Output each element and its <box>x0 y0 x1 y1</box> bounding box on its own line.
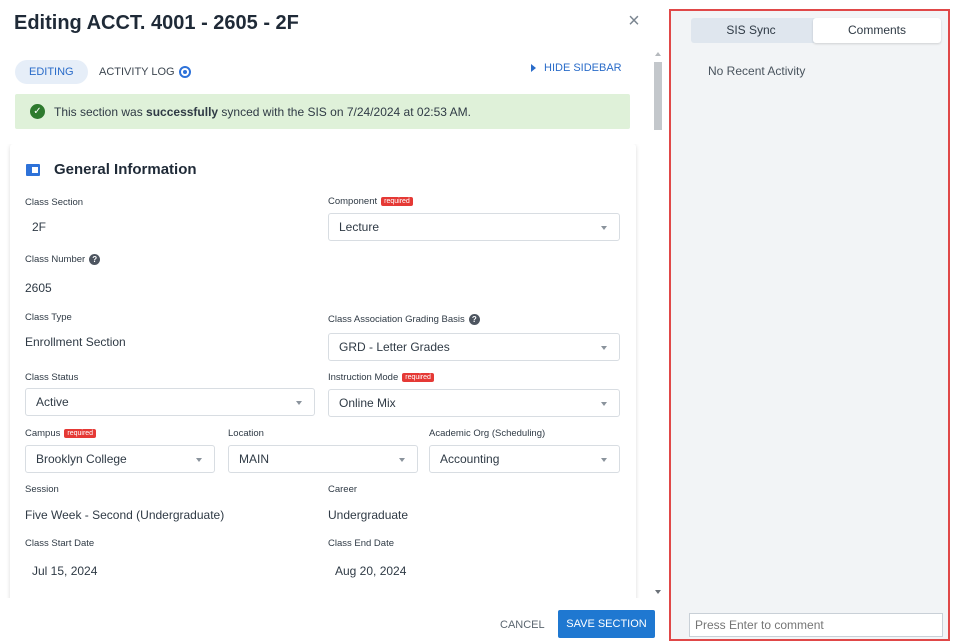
instruction-mode-label: Instruction Mode required <box>328 372 434 383</box>
instruction-mode-label-text: Instruction Mode <box>328 372 399 383</box>
start-date-label: Class Start Date <box>25 538 95 549</box>
sync-success-banner: ✓ This section was successfully synced w… <box>15 94 630 129</box>
close-icon[interactable]: × <box>624 11 644 31</box>
end-date-value[interactable]: Aug 20, 2024 <box>335 564 406 578</box>
class-number-value: 2605 <box>25 281 52 295</box>
campus-label: Campus required <box>25 428 97 439</box>
radio-dot-icon <box>178 66 191 78</box>
caret-down-icon <box>601 402 607 406</box>
class-type-label: Class Type <box>25 312 72 323</box>
start-date-value[interactable]: Jul 15, 2024 <box>32 564 97 578</box>
banner-prefix: This section was <box>54 104 147 119</box>
location-select[interactable]: MAIN <box>228 445 418 473</box>
banner-suffix: synced with the SIS on 7/24/2024 at 02:5… <box>218 104 471 119</box>
grading-basis-select-value: GRD - Letter Grades <box>339 340 450 354</box>
class-status-select[interactable]: Active <box>25 388 315 416</box>
caret-down-icon <box>601 226 607 230</box>
caret-down-icon <box>399 458 405 462</box>
required-badge: required <box>402 373 434 382</box>
form-scrollbar[interactable] <box>652 50 664 598</box>
check-circle-icon: ✓ <box>30 104 45 119</box>
location-select-value: MAIN <box>239 452 269 466</box>
grading-basis-select[interactable]: GRD - Letter Grades <box>328 333 620 361</box>
campus-select-value: Brooklyn College <box>36 452 127 466</box>
class-section-label: Class Section <box>25 197 84 208</box>
comment-input[interactable] <box>689 613 943 637</box>
session-label: Session <box>25 484 59 495</box>
hide-sidebar-label: HIDE SIDEBAR <box>544 62 622 74</box>
session-value: Five Week - Second (Undergraduate) <box>25 508 225 522</box>
class-status-label: Class Status <box>25 372 79 383</box>
component-label-text: Component <box>328 196 378 207</box>
empty-activity-text: No Recent Activity <box>708 64 806 78</box>
tab-activity-log[interactable]: ACTIVITY LOG <box>99 60 191 84</box>
save-section-button[interactable]: SAVE SECTION <box>558 610 655 638</box>
card-header: General Information <box>26 161 197 178</box>
page-title: Editing ACCT. 4001 - 2605 - 2F <box>14 12 299 34</box>
class-number-label: Class Number ? <box>25 254 101 265</box>
academic-org-label: Academic Org (Scheduling) <box>429 428 546 439</box>
component-label: Component required <box>328 196 413 207</box>
tab-comments[interactable]: Comments <box>813 18 941 43</box>
grading-basis-label: Class Association Grading Basis ? <box>328 314 480 325</box>
campus-select[interactable]: Brooklyn College <box>25 445 215 473</box>
caret-down-icon <box>601 458 607 462</box>
scrollbar-thumb[interactable] <box>654 62 662 130</box>
career-label: Career <box>328 484 358 495</box>
class-number-label-text: Class Number <box>25 254 86 265</box>
instruction-mode-select-value: Online Mix <box>339 396 396 410</box>
component-select-value: Lecture <box>339 220 380 234</box>
general-information-card: General Information Class Section 2F Com… <box>10 144 636 598</box>
caret-down-icon <box>196 458 202 462</box>
career-value: Undergraduate <box>328 508 409 522</box>
form-scroll-area[interactable]: General Information Class Section 2F Com… <box>0 144 652 598</box>
location-label: Location <box>228 428 264 439</box>
class-section-value: 2F <box>32 220 47 234</box>
help-circle-icon[interactable]: ? <box>468 314 480 325</box>
class-type-value: Enrollment Section <box>25 335 126 349</box>
required-badge: required <box>381 197 413 206</box>
instruction-mode-select[interactable]: Online Mix <box>328 389 620 417</box>
academic-org-select-value: Accounting <box>440 452 500 466</box>
hide-sidebar-button[interactable]: HIDE SIDEBAR <box>531 60 622 76</box>
grading-basis-label-text: Class Association Grading Basis <box>328 314 465 325</box>
card-title: General Information <box>54 161 197 178</box>
cancel-button[interactable]: CANCEL <box>496 612 549 638</box>
tab-sis-sync[interactable]: SIS Sync <box>691 18 811 43</box>
end-date-label: Class End Date <box>328 538 395 549</box>
scroll-up-icon[interactable] <box>655 52 661 56</box>
academic-org-select[interactable]: Accounting <box>429 445 620 473</box>
caret-down-icon <box>296 401 302 405</box>
sidebar-tabs: SIS Sync Comments <box>691 18 941 43</box>
panel-icon <box>26 163 40 176</box>
campus-label-text: Campus <box>25 428 61 439</box>
caret-down-icon <box>601 346 607 350</box>
triangle-right-icon <box>531 64 536 72</box>
banner-emphasis: successfully <box>146 104 219 119</box>
class-status-select-value: Active <box>36 395 69 409</box>
help-circle-icon[interactable]: ? <box>89 254 101 265</box>
component-select[interactable]: Lecture <box>328 213 620 241</box>
activity-sidebar: SIS Sync Comments No Recent Activity <box>669 9 950 641</box>
tab-editing[interactable]: EDITING <box>15 60 88 84</box>
scroll-down-icon[interactable] <box>655 590 661 594</box>
required-badge: required <box>64 429 97 438</box>
banner-text: This section was successfully synced wit… <box>54 105 471 119</box>
tab-activity-log-label: ACTIVITY LOG <box>99 66 175 78</box>
